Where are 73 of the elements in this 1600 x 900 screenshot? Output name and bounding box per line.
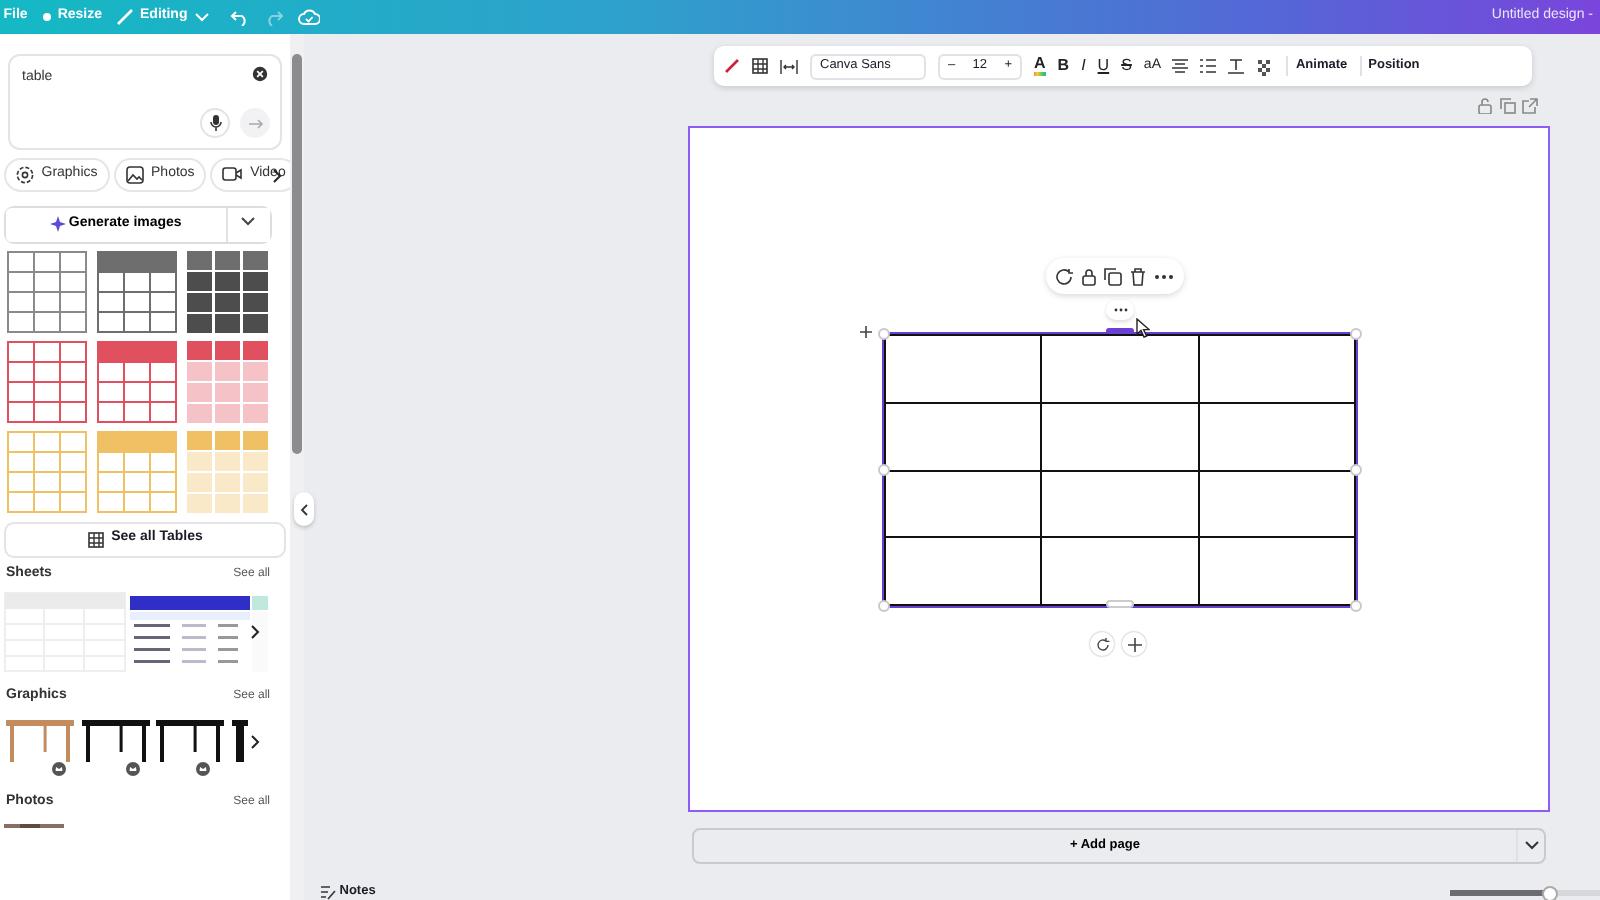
line-height-icon[interactable]	[1228, 58, 1245, 74]
crown-badge-icon	[126, 761, 140, 776]
undo-icon	[230, 8, 251, 26]
table-graphic[interactable]	[79, 714, 151, 766]
table-template[interactable]	[96, 340, 178, 424]
lock-icon[interactable]	[1082, 267, 1096, 285]
microphone-button[interactable]	[200, 108, 230, 138]
scrollbar[interactable]	[290, 34, 304, 900]
clear-icon[interactable]	[252, 66, 268, 83]
color-button[interactable]: A	[1034, 56, 1046, 76]
sparkle-icon	[49, 216, 66, 232]
spacing-icon[interactable]	[780, 59, 798, 73]
table-template[interactable]	[96, 250, 178, 334]
collapse-panel-button[interactable]	[294, 492, 314, 526]
arrow-right-icon	[247, 117, 263, 129]
design-page[interactable]	[688, 126, 1550, 812]
chevron-left-icon	[300, 503, 308, 515]
pencil-icon	[116, 8, 134, 26]
more-icon[interactable]	[1154, 273, 1174, 279]
resize-handle[interactable]	[878, 328, 890, 340]
flower-icon	[15, 165, 34, 183]
duplicate-icon[interactable]	[1104, 267, 1122, 285]
redo-icon	[264, 8, 285, 26]
table-graphic[interactable]	[154, 714, 227, 766]
grid-icon	[87, 531, 104, 547]
move-icon	[1127, 637, 1141, 651]
table-template[interactable]	[6, 340, 88, 424]
resize-handle[interactable]	[1106, 600, 1134, 608]
resize-handle[interactable]	[1106, 328, 1134, 334]
table-template[interactable]	[186, 340, 268, 424]
crown-badge-icon	[196, 761, 210, 776]
cursor-icon	[1136, 318, 1150, 338]
chevron-down-icon	[193, 10, 210, 24]
strike-button[interactable]: S	[1121, 54, 1132, 78]
resize-handle[interactable]	[1350, 328, 1362, 340]
transparency-icon[interactable]	[1256, 57, 1275, 75]
bold-button[interactable]: B	[1057, 54, 1070, 78]
italic-button[interactable]: I	[1081, 54, 1086, 78]
resize-handle[interactable]	[878, 464, 890, 476]
sparkle-icon	[41, 12, 52, 22]
rotate-icon	[1095, 637, 1109, 651]
chevron-down-icon	[1524, 837, 1540, 852]
list-icon[interactable]	[1200, 58, 1217, 74]
image-icon	[125, 165, 144, 183]
more-options-button[interactable]	[1106, 300, 1134, 320]
microphone-icon	[209, 114, 221, 132]
zoom-slider[interactable]	[1450, 890, 1600, 896]
table-template[interactable]	[186, 250, 268, 334]
video-camera-icon	[222, 166, 243, 182]
undo-button[interactable]	[230, 8, 251, 26]
cloud-check-icon[interactable]	[298, 8, 321, 26]
share-icon[interactable]	[1522, 98, 1538, 114]
scrollbar-thumb[interactable]	[292, 54, 302, 454]
chevron-right-icon[interactable]	[250, 734, 260, 750]
notes-icon	[320, 883, 336, 900]
resize-handle[interactable]	[1350, 464, 1362, 476]
resize-handle[interactable]	[878, 600, 890, 612]
chevron-down-icon	[240, 214, 257, 229]
add-page-dropdown[interactable]	[1516, 830, 1544, 862]
chevron-right-icon[interactable]	[250, 624, 260, 640]
table-graphic[interactable]	[230, 714, 250, 766]
resize-handle[interactable]	[1350, 600, 1362, 612]
align-icon[interactable]	[1172, 58, 1189, 74]
dropdown-button[interactable]	[225, 207, 270, 241]
plus-icon	[860, 326, 872, 338]
move-button[interactable]	[1122, 632, 1146, 656]
no-color-icon[interactable]	[724, 58, 740, 74]
table-element[interactable]	[884, 334, 1356, 606]
trash-icon[interactable]	[1130, 267, 1146, 285]
underline-button[interactable]: U	[1097, 54, 1110, 78]
crown-badge-icon	[52, 761, 66, 776]
table-icon[interactable]	[752, 58, 768, 74]
rotate-button[interactable]	[1090, 632, 1114, 656]
